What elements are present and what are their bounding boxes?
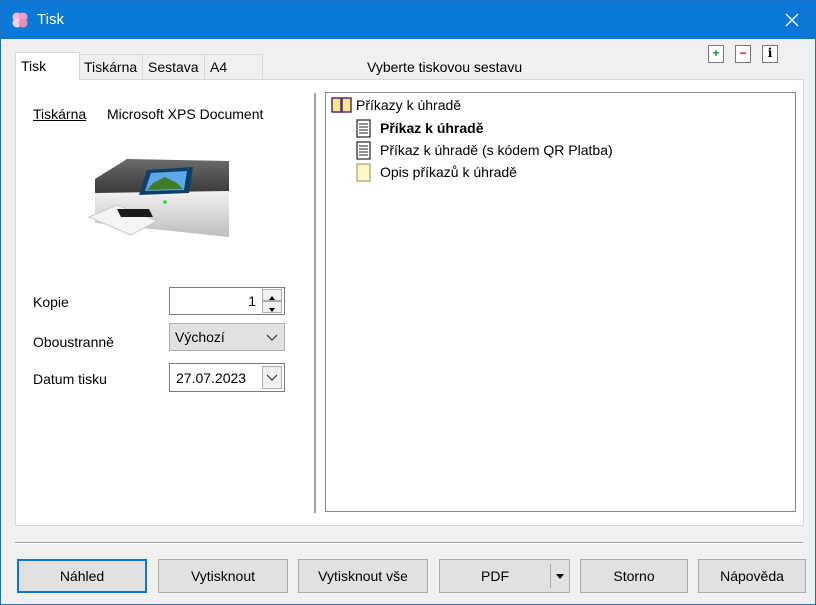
printer-name: Microsoft XPS Document [107,106,264,122]
print-button[interactable]: Vytisknout [158,559,288,593]
print-date-picker[interactable]: 27.07.2023 [169,363,285,392]
document-icon [356,141,371,160]
copies-value: 1 [248,293,256,309]
preview-button-label: Náhled [59,568,105,584]
duplex-label: Oboustranně [33,334,114,350]
printer-label[interactable]: Tiskárna [33,106,86,122]
print-all-button[interactable]: Vytisknout vše [298,559,428,593]
title-bar: Tisk [1,1,815,39]
print-date-label: Datum tisku [33,371,107,387]
minus-icon: − [739,46,747,60]
duplex-select[interactable]: Výchozí [169,323,285,351]
document-icon [356,119,371,138]
info-button[interactable]: i [762,45,778,63]
horizontal-divider [15,542,803,544]
split-divider [550,564,551,588]
date-dropdown-button[interactable] [262,366,282,389]
print-date-value: 27.07.2023 [176,370,247,386]
close-icon [785,13,799,27]
tree-item-label: Opis příkazů k úhradě [380,164,517,180]
duplex-value: Výchozí [175,329,225,345]
report-heading: Vyberte tiskovou sestavu [367,59,523,75]
book-icon [331,97,352,113]
expand-all-button[interactable]: + [708,45,724,63]
help-button[interactable]: Nápověda [698,559,806,593]
cancel-button[interactable]: Storno [580,559,688,593]
arrow-down-icon [269,308,275,312]
tree-item-label: Příkaz k úhradě (s kódem QR Platba) [380,142,613,158]
print-button-label: Vytisknout [190,568,256,584]
vertical-divider [314,93,317,513]
blank-document-icon [356,163,371,182]
print-all-button-label: Vytisknout vše [318,568,408,584]
chevron-down-icon [266,374,278,381]
copies-up-button[interactable] [262,289,282,301]
tab-tiskarna[interactable]: Tiskárna [78,54,144,79]
pdf-button[interactable]: PDF [439,559,570,593]
close-button[interactable] [769,1,815,39]
preview-button[interactable]: Náhled [17,559,147,593]
tab-sestava[interactable]: Sestava [142,54,206,79]
tab-tisk[interactable]: Tisk [15,52,80,80]
plus-icon: + [712,46,720,60]
print-dialog: Tisk Tisk Tiskárna Sestava A4 Vyberte ti… [0,0,816,605]
help-button-label: Nápověda [720,568,784,584]
collapse-all-button[interactable]: − [735,45,751,63]
tree-root-label: Příkazy k úhradě [356,97,462,113]
printer-icon [87,159,229,237]
app-icon [12,12,28,28]
copies-down-button[interactable] [262,301,282,313]
report-tree[interactable]: Příkazy k úhradě Příkaz k úhradě Příkaz … [325,92,796,512]
tab-a4[interactable]: A4 [204,54,263,79]
copies-label: Kopie [33,294,69,310]
copies-stepper[interactable]: 1 [169,287,285,315]
pdf-button-label: PDF [481,568,509,584]
dropdown-arrow-icon[interactable] [555,573,565,580]
chevron-down-icon [266,334,278,341]
tree-item-label: Příkaz k úhradě [380,120,484,136]
window-title: Tisk [37,11,64,28]
cancel-button-label: Storno [613,568,655,584]
info-icon: i [767,46,773,60]
